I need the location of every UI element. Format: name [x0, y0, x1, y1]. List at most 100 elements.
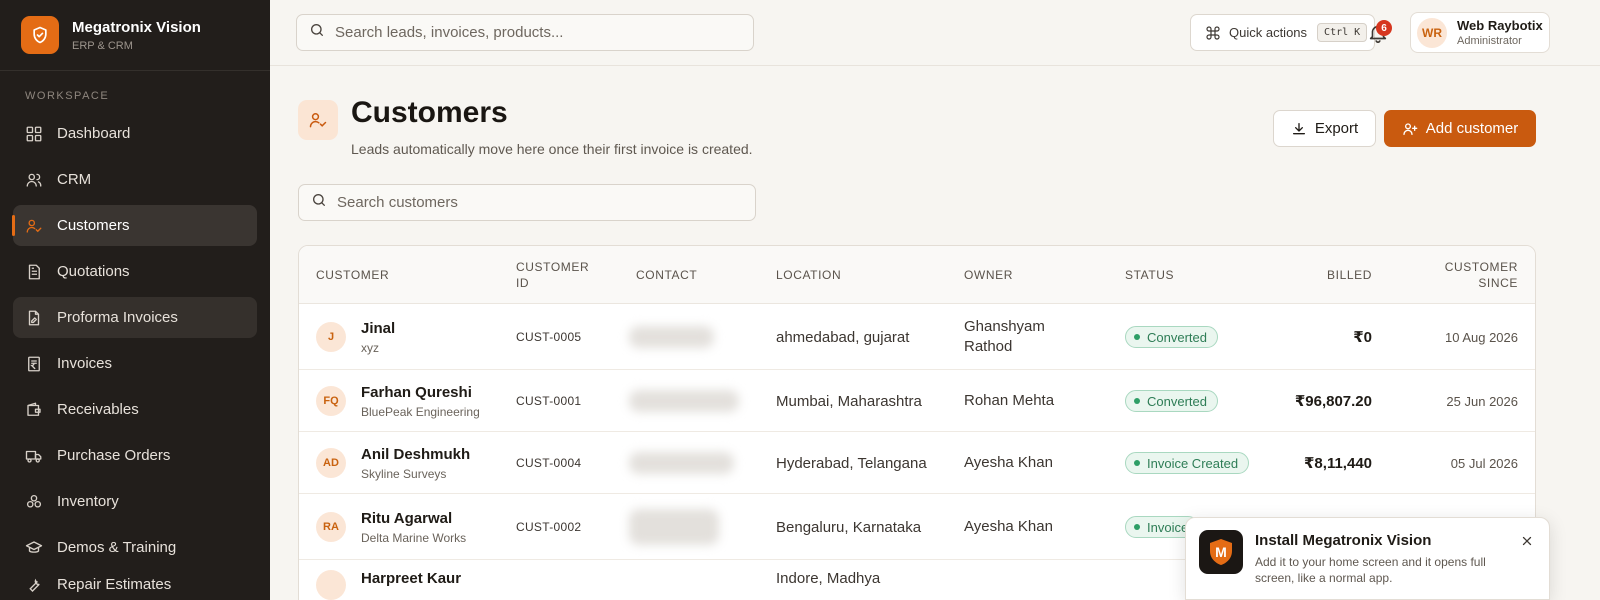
status-cell: Converted — [1125, 304, 1218, 370]
sidebar-item-customers[interactable]: Customers — [12, 205, 257, 246]
quick-actions-label: Quick actions — [1229, 25, 1308, 40]
column-header-customer[interactable]: CUSTOMER — [316, 246, 389, 304]
sidebar-item-crm[interactable]: CRM — [13, 159, 257, 200]
status-badge-label: Converted — [1147, 329, 1207, 345]
customer-location: Mumbai, Maharashtra — [776, 392, 922, 410]
sidebar-item-inventory[interactable]: Inventory — [13, 481, 257, 522]
customer-search[interactable] — [298, 184, 756, 221]
table-row[interactable]: AD Anil Deshmukh Skyline Surveys CUST-00… — [299, 432, 1535, 494]
avatar: WR — [1417, 17, 1447, 48]
keyboard-shortcut: Ctrl K — [1317, 23, 1368, 42]
sidebar-item-label: CRM — [57, 171, 92, 188]
status-badge: Converted — [1125, 326, 1218, 348]
global-search-input[interactable] — [335, 24, 715, 41]
document-icon — [25, 263, 43, 281]
sidebar-item-label: Inventory — [57, 493, 119, 510]
column-header-status[interactable]: STATUS — [1125, 246, 1174, 304]
sidebar-item-receivables[interactable]: Receivables — [13, 389, 257, 430]
app-logo-letter: M — [1215, 544, 1227, 560]
top-bar: Quick actions Ctrl K 6 WR Web Raybotix A… — [270, 0, 1600, 66]
sidebar: Megatronix Vision ERP & CRM WORKSPACE Da… — [0, 0, 270, 600]
quick-actions-button[interactable]: Quick actions Ctrl K — [1190, 14, 1375, 51]
document-edit-icon — [25, 309, 43, 327]
customer-location: Indore, Madhya — [776, 570, 881, 587]
sidebar-item-label: Invoices — [57, 355, 113, 372]
column-header-line: CUSTOMER — [516, 260, 590, 274]
customer-avatar: AD — [316, 448, 346, 478]
column-header-contact[interactable]: CONTACT — [636, 246, 697, 304]
customer-company: BluePeak Engineering — [361, 404, 480, 419]
sidebar-item-label: Proforma Invoices — [57, 309, 178, 326]
sidebar-item-proforma-invoices[interactable]: Proforma Invoices — [13, 297, 257, 338]
sidebar-item-label: Demos & Training — [57, 539, 177, 556]
table-header: CUSTOMER CUSTOMER ID CONTACT LOCATION OW… — [299, 246, 1535, 304]
status-badge-label: Invoice — [1147, 519, 1189, 535]
customer-search-input[interactable] — [337, 194, 717, 211]
boxes-icon — [25, 493, 43, 511]
sidebar-item-dashboard[interactable]: Dashboard — [13, 113, 257, 154]
sidebar-item-quotations[interactable]: Quotations — [13, 251, 257, 292]
user-name: Web Raybotix — [1457, 18, 1543, 33]
workspace-section-label: WORKSPACE — [25, 90, 110, 102]
command-icon — [1205, 25, 1221, 41]
brand[interactable]: Megatronix Vision ERP & CRM — [0, 0, 270, 71]
global-search[interactable] — [296, 14, 754, 51]
close-icon[interactable] — [1519, 533, 1535, 549]
column-header-line: SINCE — [1478, 276, 1518, 290]
column-header-customer-id[interactable]: CUSTOMER ID — [516, 246, 589, 304]
table-row[interactable]: J Jinal xyz CUST-0005 ahmedabad, gujarat… — [299, 304, 1535, 370]
customer-since-date: 05 Jul 2026 — [1450, 455, 1518, 471]
billed-amount: ₹0 — [1353, 329, 1372, 346]
sidebar-item-demos-training[interactable]: Demos & Training — [13, 527, 257, 568]
customer-name[interactable]: Anil Deshmukh — [361, 446, 470, 463]
truck-icon — [25, 447, 43, 465]
customer-cell: FQ Farhan Qureshi BluePeak Engineering — [316, 370, 480, 432]
sidebar-item-label: Dashboard — [57, 125, 131, 142]
customer-since-date: 25 Jun 2026 — [1446, 393, 1518, 409]
sidebar-item-invoices[interactable]: Invoices — [13, 343, 257, 384]
customer-avatar — [316, 570, 346, 600]
status-badge: Converted — [1125, 390, 1218, 412]
contact-redacted — [629, 370, 747, 432]
column-header-billed[interactable]: BILLED — [1327, 246, 1372, 304]
status-badge-label: Converted — [1147, 393, 1207, 409]
status-cell: Invoice Created — [1125, 432, 1250, 494]
shield-logo-icon — [21, 16, 59, 54]
customer-cell: J Jinal xyz — [316, 304, 395, 370]
sidebar-item-repair-estimates[interactable]: Repair Estimates — [13, 573, 257, 595]
install-toast-body: Add it to your home screen and it opens … — [1255, 555, 1486, 585]
sidebar-item-label: Quotations — [57, 263, 130, 280]
column-header-customer-since[interactable]: CUSTOMER SINCE — [1445, 246, 1518, 304]
customer-id: CUST-0001 — [516, 394, 582, 408]
install-toast-title: Install Megatronix Vision — [1255, 532, 1432, 549]
column-header-location[interactable]: LOCATION — [776, 246, 841, 304]
customer-avatar: FQ — [316, 386, 346, 416]
owner-line: Ghanshyam — [964, 318, 1045, 335]
sidebar-item-label: Purchase Orders — [57, 447, 171, 464]
customer-cell: AD Anil Deshmukh Skyline Surveys — [316, 432, 470, 494]
customer-name[interactable]: Farhan Qureshi — [361, 384, 480, 401]
user-menu[interactable]: WR Web Raybotix Administrator — [1410, 12, 1550, 53]
customer-name[interactable]: Harpreet Kaur — [361, 570, 461, 587]
customer-cell: Harpreet Kaur — [316, 560, 461, 600]
sidebar-item-label: Customers — [57, 217, 130, 234]
owner-line: Rathod — [964, 338, 1013, 355]
page-subtitle: Leads automatically move here once their… — [351, 141, 753, 157]
add-customer-label: Add customer — [1425, 120, 1519, 137]
customer-location: Bengaluru, Karnataka — [776, 518, 922, 536]
customer-name[interactable]: Ritu Agarwal — [361, 510, 466, 527]
dashboard-icon — [25, 125, 43, 143]
user-role: Administrator — [1457, 35, 1522, 47]
column-header-owner[interactable]: OWNER — [964, 246, 1013, 304]
customer-id: CUST-0004 — [516, 456, 582, 470]
customer-company: Delta Marine Works — [361, 530, 467, 545]
customer-cell: RA Ritu Agarwal Delta Marine Works — [316, 494, 466, 560]
export-button[interactable]: Export — [1273, 110, 1376, 147]
wrench-icon — [25, 576, 43, 594]
table-row[interactable]: FQ Farhan Qureshi BluePeak Engineering C… — [299, 370, 1535, 432]
user-plus-icon — [1402, 121, 1418, 137]
add-customer-button[interactable]: Add customer — [1384, 110, 1536, 147]
customer-avatar: J — [316, 322, 346, 352]
customer-name[interactable]: Jinal — [361, 320, 395, 337]
sidebar-item-purchase-orders[interactable]: Purchase Orders — [13, 435, 257, 476]
